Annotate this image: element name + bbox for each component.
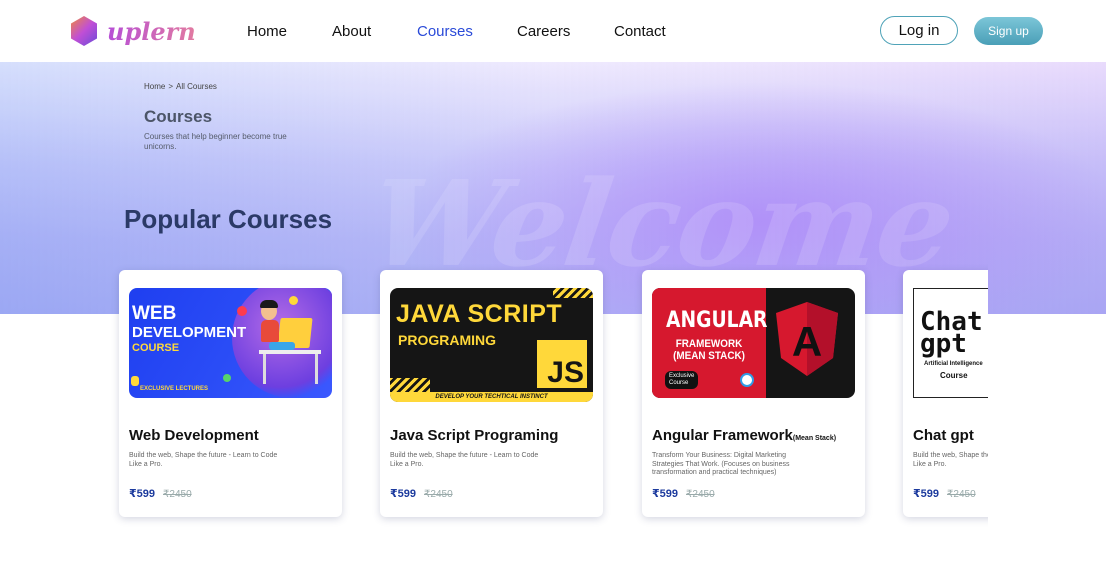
course-price: ₹599 ₹2450 bbox=[129, 487, 192, 500]
price-original: ₹2450 bbox=[947, 489, 976, 500]
person-hair bbox=[260, 300, 278, 308]
course-description: Build the web, Shape the future - Learn … bbox=[129, 452, 278, 468]
emoji-icon bbox=[289, 296, 298, 305]
thumb-text: FRAMEWORK (MEAN STACK) bbox=[673, 338, 745, 362]
price-original: ₹2450 bbox=[163, 489, 192, 500]
breadcrumb-separator: > bbox=[168, 82, 174, 91]
page: Welcome uplern Home About Courses Career… bbox=[0, 0, 1106, 585]
nav-about[interactable]: About bbox=[332, 23, 371, 40]
exclusive-badge: Exclusive Course bbox=[665, 371, 699, 389]
course-price: ₹599 ₹2450 bbox=[913, 487, 976, 500]
login-button[interactable]: Log in bbox=[880, 16, 958, 45]
brand-logo[interactable]: uplern bbox=[71, 16, 196, 46]
nav-contact[interactable]: Contact bbox=[614, 23, 666, 40]
nav-careers[interactable]: Careers bbox=[517, 23, 570, 40]
desk-leg bbox=[263, 354, 266, 384]
price-current: ₹599 bbox=[913, 488, 940, 500]
thumb-text: COURSE bbox=[132, 342, 180, 354]
course-thumbnail: JAVA SCRIPT PROGRAMING JS DEVELOP YOUR T… bbox=[390, 288, 593, 402]
decorative-stripes bbox=[390, 378, 430, 392]
course-description: Transform Your Business: Digital Marketi… bbox=[652, 452, 790, 476]
price-original: ₹2450 bbox=[424, 489, 453, 500]
course-thumbnail: ANGULAR FRAMEWORK (MEAN STACK) Exclusive… bbox=[652, 288, 855, 398]
price-current: ₹599 bbox=[129, 488, 156, 500]
logo-hexagon-icon bbox=[71, 16, 97, 46]
nav-courses[interactable]: Courses bbox=[417, 23, 473, 40]
price-original: ₹2450 bbox=[686, 489, 715, 500]
price-current: ₹599 bbox=[652, 488, 679, 500]
signup-button[interactable]: Sign up bbox=[974, 17, 1043, 45]
person-illustration bbox=[261, 320, 279, 342]
course-description: Build the web, Shape the future - Learn … bbox=[913, 452, 988, 468]
course-card-chat-gpt[interactable]: Chat gpt Artificial Intelligence Course … bbox=[903, 270, 988, 517]
course-title[interactable]: Chat gpt bbox=[913, 427, 974, 444]
thumb-text: Chat gpt bbox=[920, 307, 983, 359]
thumb-tag: EXCLUSIVE LECTURES bbox=[140, 386, 209, 392]
thumb-text: JAVA SCRIPT bbox=[396, 300, 563, 328]
svg-text:A: A bbox=[792, 318, 822, 365]
course-title[interactable]: Java Script Programing bbox=[390, 427, 558, 444]
angular-logo-icon: A bbox=[776, 302, 838, 376]
desk-illustration bbox=[259, 350, 321, 354]
thumb-text: ANGULAR bbox=[666, 308, 768, 333]
thumb-text: DEVELOPMENT bbox=[132, 324, 247, 341]
course-price: ₹599 ₹2450 bbox=[652, 487, 715, 500]
thumb-text: WEB bbox=[132, 303, 177, 324]
price-current: ₹599 bbox=[390, 488, 417, 500]
trophy-icon bbox=[131, 376, 139, 386]
thumb-text: PROGRAMING bbox=[398, 332, 496, 348]
emoji-icon bbox=[237, 306, 247, 316]
thumb-band: DEVELOP YOUR TECHTICAL INSTINCT bbox=[390, 392, 593, 402]
course-card-web-development[interactable]: WEB DEVELOPMENT COURSE EXCLUSIVE LECTURE… bbox=[119, 270, 342, 517]
desk-leg bbox=[315, 354, 318, 384]
page-title: Courses bbox=[144, 107, 213, 126]
emoji-icon bbox=[223, 374, 231, 382]
course-title[interactable]: Angular Framework(Mean Stack) bbox=[652, 427, 836, 444]
breadcrumb-current: All Courses bbox=[176, 82, 217, 91]
page-subtitle: Courses that help beginner become true u… bbox=[144, 132, 287, 151]
course-card-angular[interactable]: ANGULAR FRAMEWORK (MEAN STACK) Exclusive… bbox=[642, 270, 865, 517]
course-carousel: WEB DEVELOPMENT COURSE EXCLUSIVE LECTURE… bbox=[110, 262, 988, 532]
section-title: Popular Courses bbox=[124, 204, 333, 234]
course-card-javascript[interactable]: JAVA SCRIPT PROGRAMING JS DEVELOP YOUR T… bbox=[380, 270, 603, 517]
breadcrumb: Home > All Courses bbox=[144, 82, 217, 91]
breadcrumb-home[interactable]: Home bbox=[144, 82, 165, 91]
course-title[interactable]: Web Development bbox=[129, 427, 259, 444]
course-description: Build the web, Shape the future - Learn … bbox=[390, 452, 539, 468]
thumb-text: Course bbox=[940, 371, 968, 380]
thumb-text: Artificial Intelligence bbox=[924, 361, 983, 367]
award-ribbon-icon bbox=[740, 373, 754, 387]
decorative-stripes bbox=[553, 288, 593, 298]
js-logo-icon: JS bbox=[537, 340, 587, 389]
course-price: ₹599 ₹2450 bbox=[390, 487, 453, 500]
course-thumbnail: WEB DEVELOPMENT COURSE EXCLUSIVE LECTURE… bbox=[129, 288, 332, 398]
person-legs bbox=[269, 342, 295, 350]
nav-home[interactable]: Home bbox=[247, 23, 287, 40]
course-thumbnail: Chat gpt Artificial Intelligence Course bbox=[913, 288, 988, 398]
brand-name: uplern bbox=[107, 16, 196, 46]
